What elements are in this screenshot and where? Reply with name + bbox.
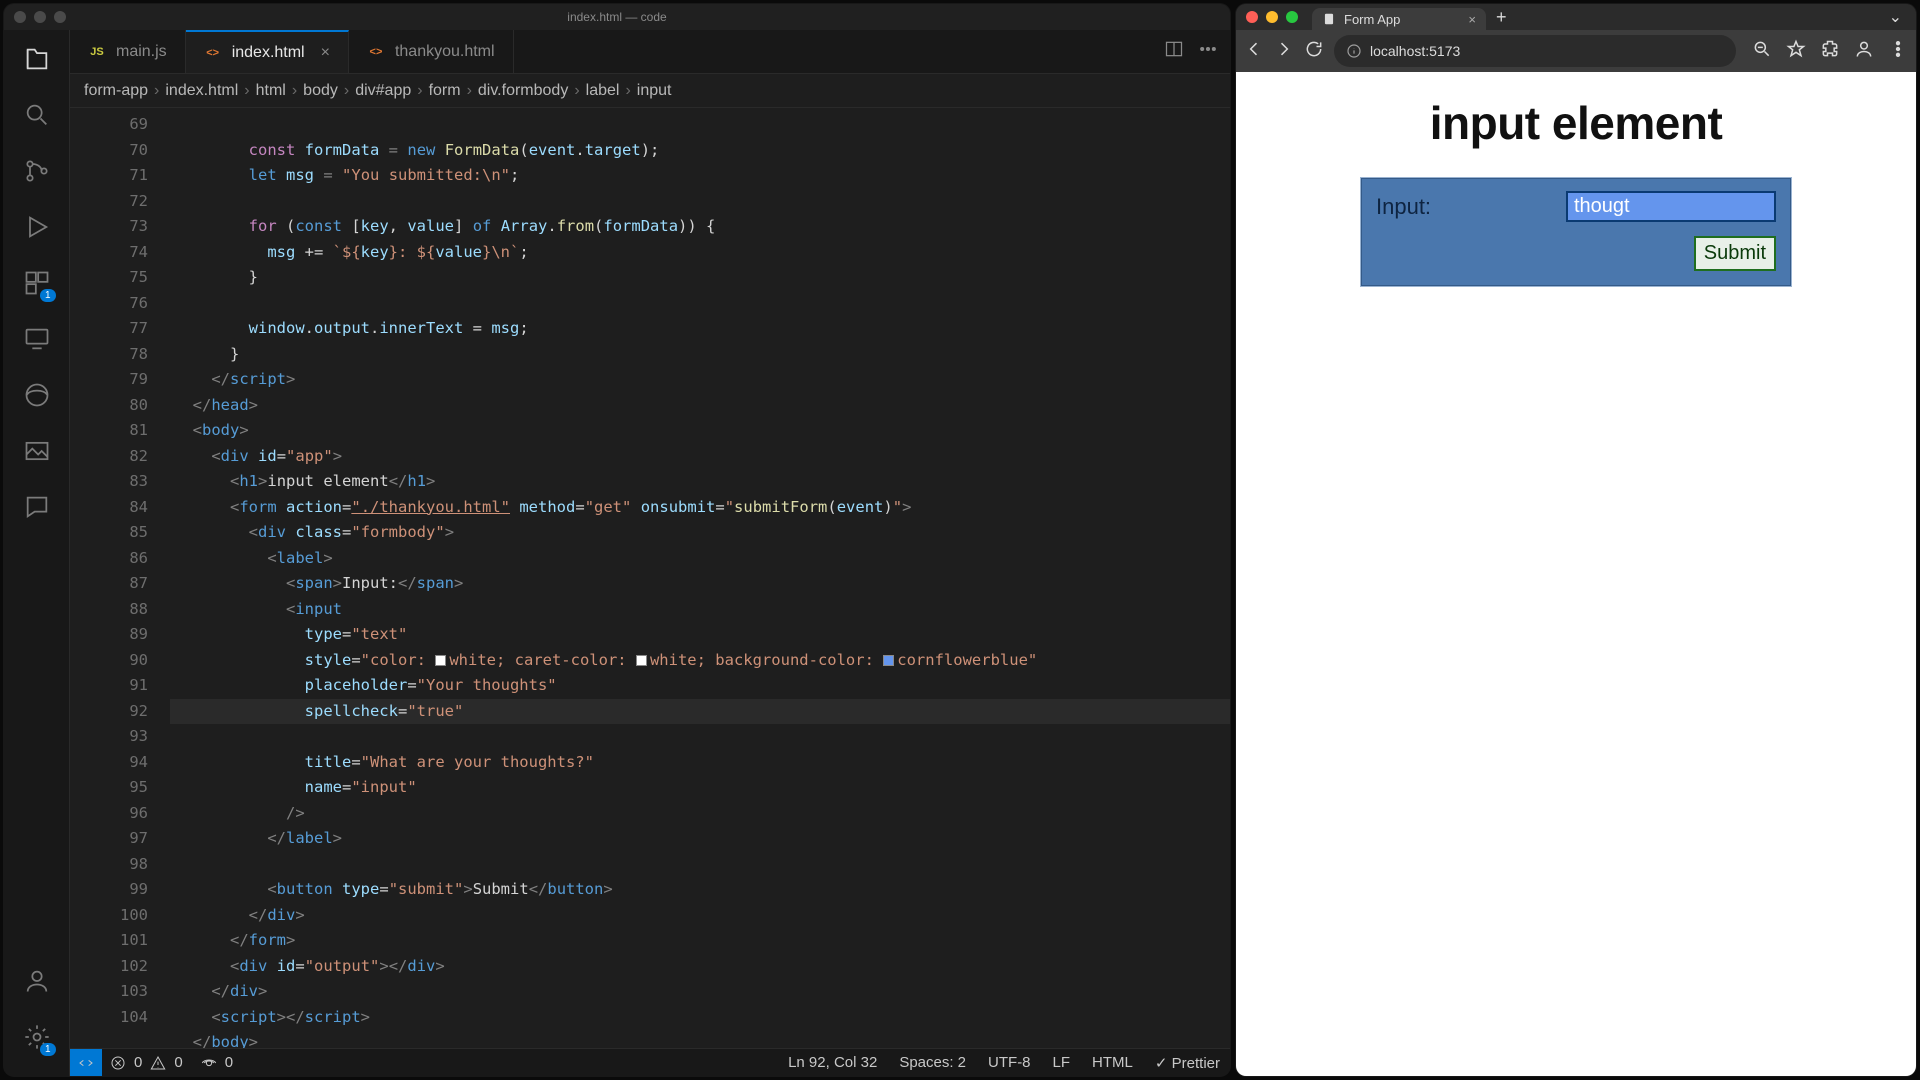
html-file-icon: <>	[204, 44, 222, 62]
breadcrumb-item[interactable]: index.html	[165, 82, 238, 100]
zoom-traffic-icon[interactable]	[54, 11, 66, 23]
profile-icon[interactable]	[1854, 39, 1874, 64]
close-traffic-icon[interactable]	[14, 11, 26, 23]
cursor-position[interactable]: Ln 92, Col 32	[788, 1054, 877, 1072]
chevron-right-icon: ›	[154, 82, 159, 100]
line-gutter: 6970717273747576777879808182838485868788…	[70, 108, 170, 1048]
breadcrumb-item[interactable]: label	[586, 82, 620, 100]
chevron-right-icon: ›	[244, 82, 249, 100]
browser-tab-title: Form App	[1344, 12, 1400, 27]
page-viewport: input element Input: Submit	[1236, 72, 1916, 1076]
browser-tab[interactable]: Form App ×	[1312, 8, 1486, 30]
editor-titlebar[interactable]: index.html — code	[4, 4, 1230, 30]
source-control-icon[interactable]	[20, 154, 54, 188]
input-label: Input:	[1376, 194, 1431, 220]
settings-badge: 1	[40, 1043, 56, 1056]
minimize-traffic-icon[interactable]	[1266, 11, 1278, 23]
demo-form: Input: Submit	[1361, 178, 1791, 286]
breadcrumb-item[interactable]: div.formbody	[478, 82, 568, 100]
new-tab-icon[interactable]: +	[1496, 7, 1507, 28]
settings-gear-icon[interactable]: 1	[20, 1020, 54, 1054]
traffic-lights	[14, 11, 66, 23]
eol-info[interactable]: LF	[1053, 1054, 1071, 1072]
breadcrumb-item[interactable]: div#app	[355, 82, 411, 100]
extensions-icon[interactable]: 1	[20, 266, 54, 300]
breadcrumb-item[interactable]: html	[256, 82, 286, 100]
close-traffic-icon[interactable]	[1246, 11, 1258, 23]
chevron-right-icon: ›	[625, 82, 630, 100]
url-text: localhost:5173	[1370, 43, 1460, 59]
browser-window: Form App × + ⌄ localhost:5173	[1236, 4, 1916, 1076]
tab-label: index.html	[232, 44, 305, 62]
problems-indicator[interactable]: 0 0	[110, 1054, 183, 1071]
editor-window-title: index.html — code	[4, 10, 1230, 24]
image-icon[interactable]	[20, 434, 54, 468]
submit-button[interactable]: Submit	[1694, 236, 1776, 271]
thoughts-input[interactable]	[1566, 191, 1776, 222]
minimize-traffic-icon[interactable]	[34, 11, 46, 23]
breadcrumb[interactable]: form-app › index.html › html › body › div#app › fo…	[70, 74, 1230, 108]
zoom-icon[interactable]	[1752, 39, 1772, 64]
activity-bar: 1 1	[4, 30, 70, 1076]
chevron-right-icon: ›	[467, 82, 472, 100]
split-editor-icon[interactable]	[1164, 39, 1184, 64]
breadcrumb-item[interactable]: form	[429, 82, 461, 100]
menu-icon[interactable]	[1888, 39, 1908, 64]
bookmark-icon[interactable]	[1786, 39, 1806, 64]
traffic-lights	[1246, 11, 1298, 23]
reload-icon[interactable]	[1304, 39, 1324, 64]
run-debug-icon[interactable]	[20, 210, 54, 244]
formatter-info[interactable]: ✓ Prettier	[1155, 1054, 1220, 1072]
status-bar: 0 0 0 Ln 92, Col 32 Spaces: 2 UTF-8 LF H…	[70, 1048, 1230, 1076]
edge-icon[interactable]	[20, 378, 54, 412]
close-tab-icon[interactable]: ×	[1468, 12, 1476, 27]
tab-label: thankyou.html	[395, 43, 495, 61]
tab-main-js[interactable]: JS main.js	[70, 30, 186, 73]
code-editor[interactable]: 6970717273747576777879808182838485868788…	[70, 108, 1230, 1048]
tab-index-html[interactable]: <> index.html ×	[186, 30, 349, 73]
forward-icon[interactable]	[1274, 39, 1294, 64]
chat-icon[interactable]	[20, 490, 54, 524]
remote-explorer-icon[interactable]	[20, 322, 54, 356]
editor-tabs: JS main.js <> index.html × <> thankyou.h…	[70, 30, 1230, 74]
zoom-traffic-icon[interactable]	[1286, 11, 1298, 23]
breadcrumb-item[interactable]: form-app	[84, 82, 148, 100]
extensions-icon[interactable]	[1820, 39, 1840, 64]
vscode-window: index.html — code 1 1	[4, 4, 1230, 1076]
encoding-info[interactable]: UTF-8	[988, 1054, 1031, 1072]
search-icon[interactable]	[20, 98, 54, 132]
js-file-icon: JS	[88, 43, 106, 61]
indent-info[interactable]: Spaces: 2	[899, 1054, 966, 1072]
back-icon[interactable]	[1244, 39, 1264, 64]
code-content[interactable]: const formData = new FormData(event.targ…	[170, 108, 1230, 1048]
account-icon[interactable]	[20, 964, 54, 998]
page-icon	[1322, 12, 1336, 26]
site-info-icon[interactable]	[1346, 43, 1362, 59]
breadcrumb-item[interactable]: body	[303, 82, 338, 100]
chevron-right-icon: ›	[574, 82, 579, 100]
tab-thankyou-html[interactable]: <> thankyou.html	[349, 30, 514, 73]
close-tab-icon[interactable]: ×	[321, 44, 330, 62]
page-heading: input element	[1430, 96, 1723, 150]
browser-toolbar: localhost:5173	[1236, 30, 1916, 72]
chevron-right-icon: ›	[344, 82, 349, 100]
tab-label: main.js	[116, 43, 167, 61]
explorer-icon[interactable]	[20, 42, 54, 76]
ports-indicator[interactable]: 0	[201, 1054, 233, 1071]
remote-indicator[interactable]	[70, 1049, 102, 1076]
chevron-right-icon: ›	[292, 82, 297, 100]
extensions-badge: 1	[40, 289, 56, 302]
more-actions-icon[interactable]	[1198, 39, 1218, 64]
tabs-overflow-icon[interactable]: ⌄	[1889, 7, 1902, 27]
browser-titlebar[interactable]: Form App × + ⌄	[1236, 4, 1916, 30]
chevron-right-icon: ›	[417, 82, 422, 100]
html-file-icon: <>	[367, 43, 385, 61]
breadcrumb-item[interactable]: input	[637, 82, 672, 100]
url-bar[interactable]: localhost:5173	[1334, 35, 1736, 67]
language-mode[interactable]: HTML	[1092, 1054, 1133, 1072]
